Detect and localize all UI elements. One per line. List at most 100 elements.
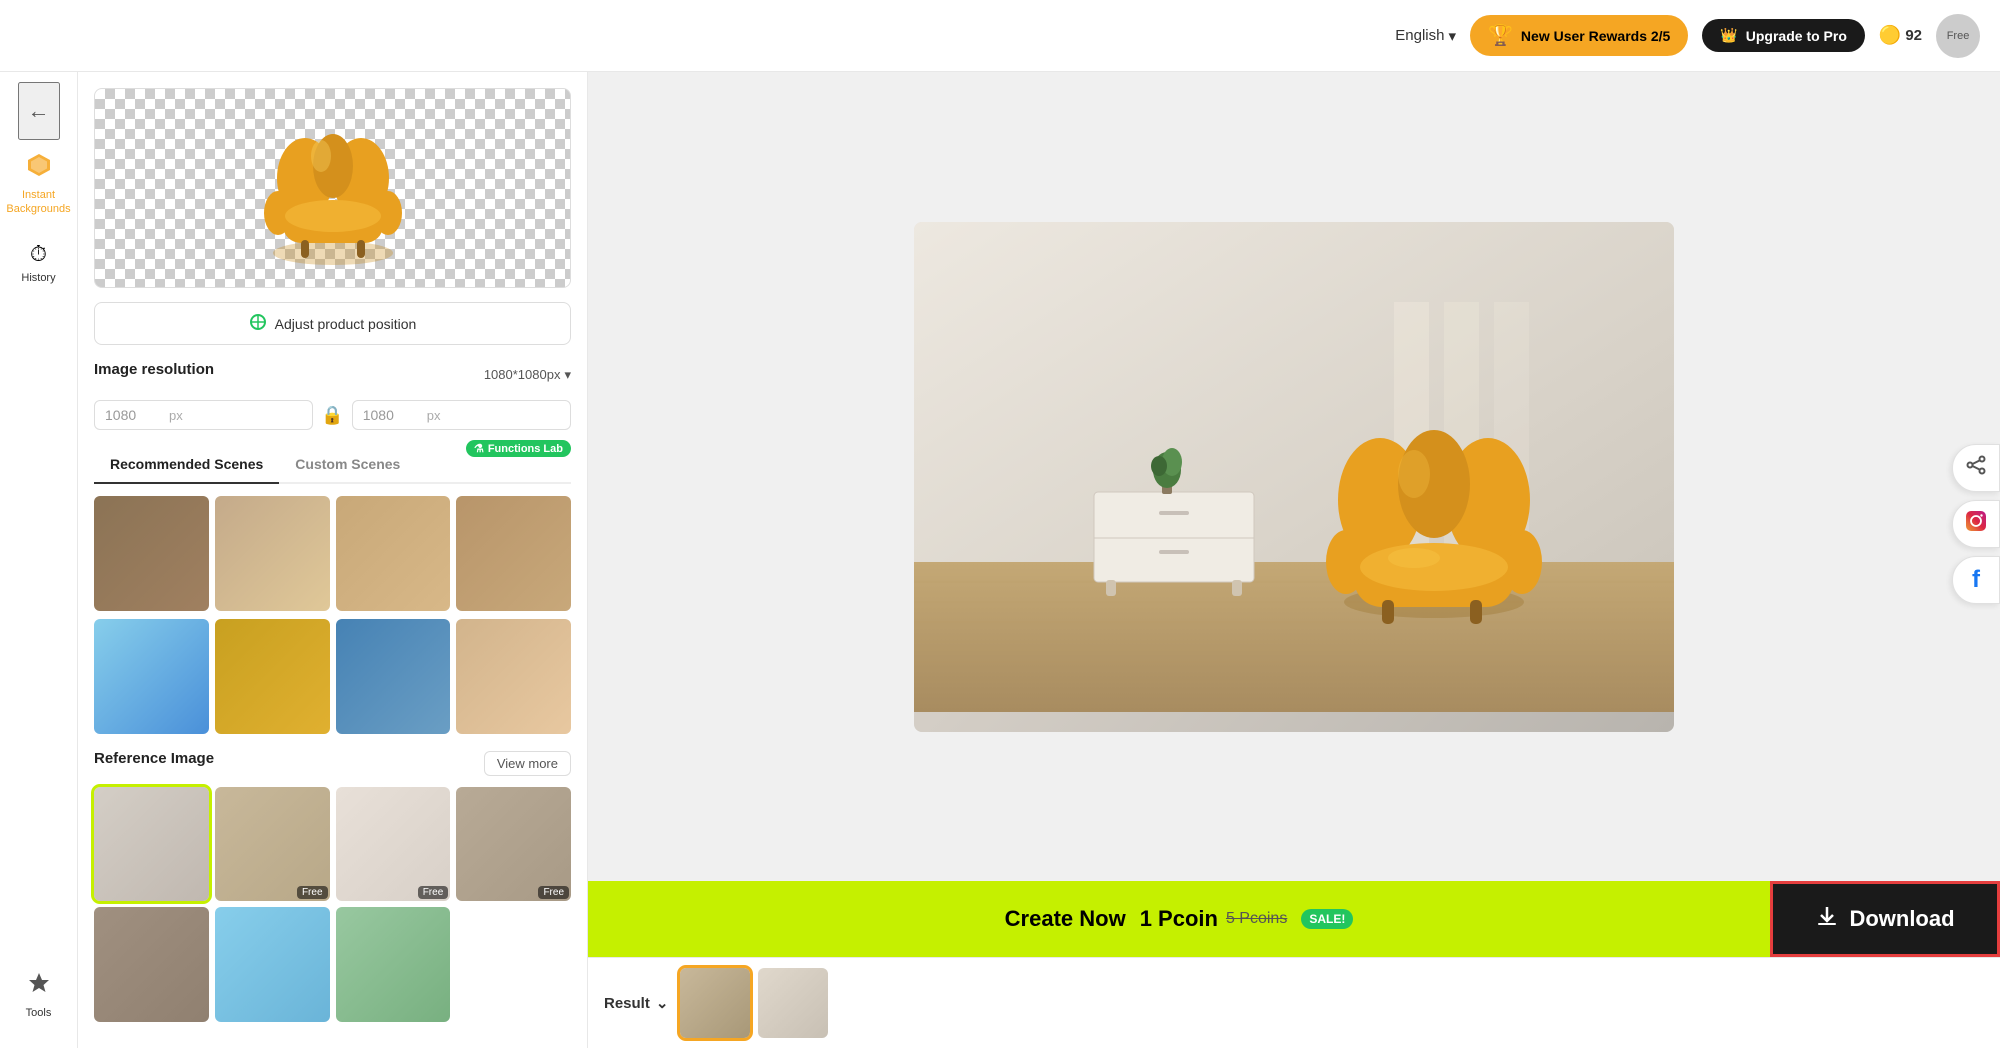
scene-grid-2 [94, 619, 571, 734]
language-selector[interactable]: English ▾ [1395, 27, 1456, 45]
price-info: 1 Pcoin 5 Pcoins [1140, 906, 1288, 932]
ref-thumb-4[interactable]: Free [456, 787, 571, 902]
trophy-icon: 🏆 [1488, 23, 1513, 48]
upgrade-label: Upgrade to Pro [1746, 28, 1847, 44]
tools-icon [26, 970, 52, 1002]
resolution-label: Image resolution [94, 361, 214, 378]
price-original: 5 Pcoins [1226, 910, 1287, 928]
coins-count: 92 [1905, 27, 1922, 44]
create-now-button[interactable]: Create Now 1 Pcoin 5 Pcoins SALE! [588, 881, 1770, 957]
scenes-tabs: Recommended Scenes Custom Scenes ⚗ Funct… [94, 446, 571, 484]
rewards-label: New User Rewards 2/5 [1521, 28, 1670, 44]
resolution-select-button[interactable]: 1080*1080px ▾ [484, 367, 571, 383]
scene-thumb-1[interactable] [94, 496, 209, 611]
exit-button[interactable]: ← [18, 82, 60, 140]
result-thumb-1[interactable] [680, 968, 750, 1038]
sidebar: ← InstantBackgrounds ⏱ History [0, 72, 78, 1048]
scene-thumb-5[interactable] [94, 619, 209, 734]
scene-thumb-7[interactable] [336, 619, 451, 734]
sidebar-item-tools[interactable]: Tools [18, 958, 60, 1032]
header: English ▾ 🏆 New User Rewards 2/5 👑 Upgra… [0, 0, 2000, 72]
product-image [233, 98, 433, 278]
height-px-label: px [427, 408, 441, 423]
image-resolution-row: Image resolution 1080*1080px ▾ [94, 361, 571, 388]
resolution-value: 1080*1080px [484, 367, 561, 382]
history-label: History [21, 271, 55, 285]
scene-thumb-4[interactable] [456, 496, 571, 611]
product-preview [94, 88, 571, 288]
width-input[interactable] [105, 407, 165, 423]
ref-thumb-5[interactable] [94, 907, 209, 1022]
height-input-wrap: px [352, 400, 571, 430]
preview-scene [914, 222, 1674, 732]
ref-thumb-3[interactable]: Free [336, 787, 451, 902]
width-input-wrap: px [94, 400, 313, 430]
ref-image-grid: Free Free Free [94, 787, 571, 1023]
instagram-button[interactable] [1952, 500, 2000, 548]
scene-thumb-8[interactable] [456, 619, 571, 734]
ref-thumb-1[interactable] [94, 787, 209, 902]
scene-thumb-6[interactable] [215, 619, 330, 734]
instagram-icon [1964, 509, 1988, 539]
upgrade-button[interactable]: 👑 Upgrade to Pro [1702, 19, 1865, 52]
download-icon [1815, 904, 1839, 934]
action-bar: Create Now 1 Pcoin 5 Pcoins SALE! Downlo… [588, 881, 2000, 957]
avatar-button[interactable]: Free [1936, 14, 1980, 58]
reference-image-label: Reference Image [94, 750, 214, 767]
result-toggle-button[interactable]: Result ⌄ [604, 994, 668, 1012]
free-badge-3: Free [418, 886, 449, 899]
header-right: English ▾ 🏆 New User Rewards 2/5 👑 Upgra… [1395, 14, 1980, 58]
coin-icon: 🟡 [1879, 25, 1901, 46]
download-button[interactable]: Download [1770, 881, 2000, 957]
result-label: Result [604, 995, 650, 1012]
right-float-buttons: f [1952, 444, 2000, 604]
preview-image-container [914, 222, 1674, 732]
tools-label: Tools [26, 1006, 52, 1020]
scene-thumb-2[interactable] [215, 496, 330, 611]
adjust-label: Adjust product position [275, 316, 417, 332]
resolution-inputs: px 🔒 px [94, 400, 571, 430]
preview-area [588, 72, 2000, 881]
main-content: Create Now 1 Pcoin 5 Pcoins SALE! Downlo… [588, 72, 2000, 1048]
scene-thumb-3[interactable] [336, 496, 451, 611]
result-thumb-2[interactable] [758, 968, 828, 1038]
coins-button[interactable]: 🟡 92 [1879, 25, 1922, 46]
free-badge-2: Free [297, 886, 328, 899]
main-body: ← InstantBackgrounds ⏱ History [0, 72, 2000, 1048]
sidebar-item-instant-backgrounds[interactable]: InstantBackgrounds [0, 140, 77, 229]
sale-badge: SALE! [1301, 909, 1353, 929]
tab-recommended-scenes[interactable]: Recommended Scenes [94, 446, 279, 484]
height-input[interactable] [363, 407, 423, 423]
sidebar-item-history[interactable]: ⏱ History [0, 229, 77, 297]
reference-image-header: Reference Image View more [94, 750, 571, 777]
ref-thumb-7[interactable] [336, 907, 451, 1022]
crown-icon: 👑 [1720, 27, 1737, 44]
lock-icon: 🔒 [321, 405, 343, 426]
download-label: Download [1849, 906, 1954, 932]
facebook-button[interactable]: f [1952, 556, 2000, 604]
scene-svg [914, 222, 1674, 712]
tab-custom-scenes[interactable]: Custom Scenes [279, 446, 416, 484]
instant-backgrounds-icon [26, 152, 52, 184]
width-px-label: px [169, 408, 183, 423]
rewards-button[interactable]: 🏆 New User Rewards 2/5 [1470, 15, 1688, 56]
ref-thumb-6[interactable] [215, 907, 330, 1022]
ref-thumb-2[interactable]: Free [215, 787, 330, 902]
chevron-down-result-icon: ⌄ [656, 994, 669, 1012]
scene-grid [94, 496, 571, 611]
adjust-position-button[interactable]: Adjust product position [94, 302, 571, 345]
create-now-label: Create Now [1005, 906, 1126, 932]
share-button[interactable] [1952, 444, 2000, 492]
adjust-icon [249, 313, 267, 334]
chevron-down-icon: ▾ [1448, 27, 1456, 45]
facebook-icon: f [1972, 566, 1980, 594]
result-panel: Result ⌄ [588, 957, 2000, 1048]
view-more-button[interactable]: View more [484, 751, 571, 776]
language-label: English [1395, 27, 1444, 44]
chevron-down-icon: ▾ [564, 367, 571, 383]
result-thumbnails [680, 968, 828, 1038]
flask-icon: ⚗ [474, 442, 484, 455]
avatar-label: Free [1947, 30, 1970, 42]
left-panel: Adjust product position Image resolution… [78, 72, 588, 1048]
share-icon [1965, 454, 1987, 482]
